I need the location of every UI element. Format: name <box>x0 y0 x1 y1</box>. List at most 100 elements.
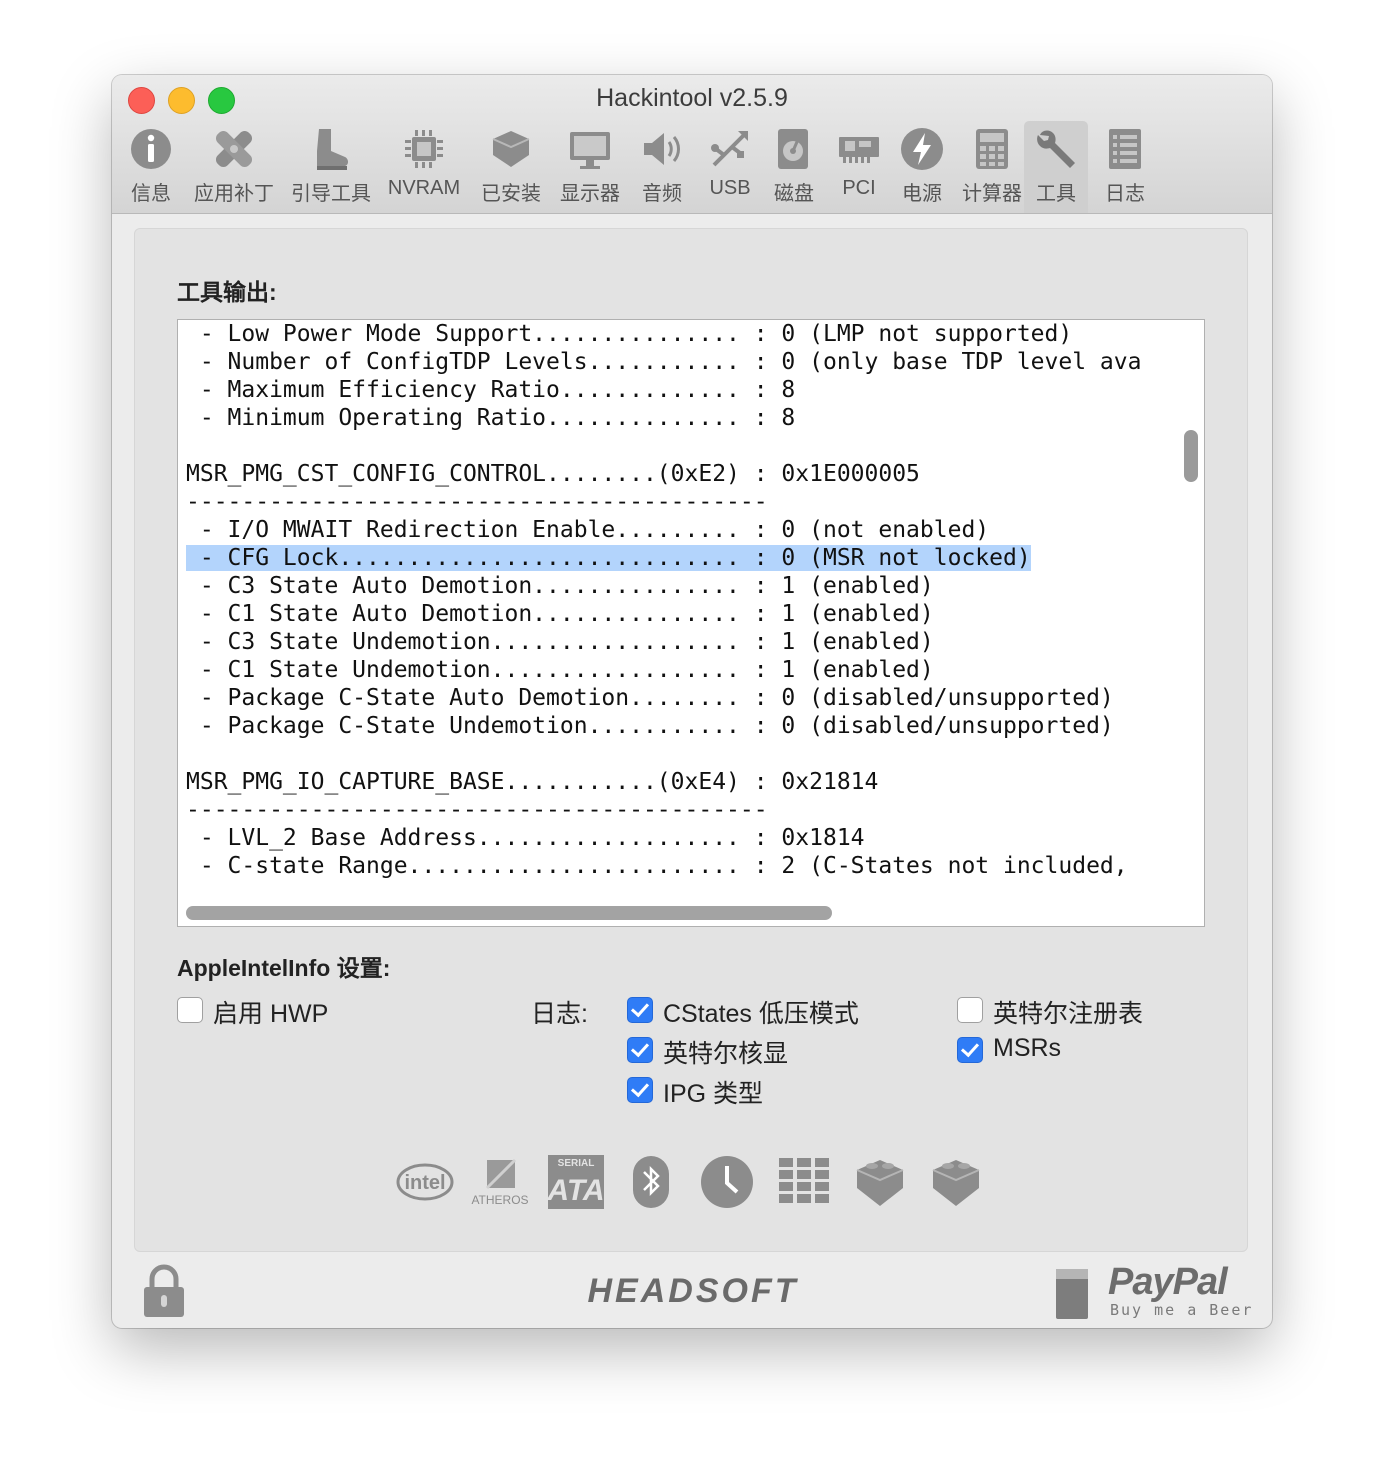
horizontal-scrollbar[interactable] <box>186 906 832 920</box>
output-line-text: - C1 State Auto Demotion............... … <box>186 601 934 627</box>
vertical-scrollbar[interactable] <box>1184 430 1198 482</box>
output-line: - CFG Lock............................. … <box>186 544 1174 572</box>
beer-mug-icon <box>1056 1269 1088 1319</box>
tools-panel: 工具输出: - Low Power Mode Support..........… <box>134 228 1248 1252</box>
kext-icon <box>492 131 530 167</box>
output-line-text: - C1 State Undemotion.................. … <box>186 657 934 683</box>
checkbox-label: 英特尔注册表 <box>993 1000 1144 1028</box>
paypal-title: PayPal <box>1108 1261 1228 1303</box>
tab-label: 计算器 <box>962 183 1022 205</box>
output-line: - Package C-State Undemotion........... … <box>186 712 1174 740</box>
intel-logo[interactable]: intel <box>395 1160 455 1204</box>
tab-power[interactable]: 电源 <box>892 121 952 213</box>
output-line-text: - Low Power Mode Support............... … <box>186 321 1073 347</box>
titlebar: Hackintool v2.5.9 信息 应用补丁 引导工具 NVRAM 已安装… <box>112 75 1272 214</box>
output-line: - C-state Range........................ … <box>186 852 1174 880</box>
output-line-text: MSR_PMG_CST_CONFIG_CONTROL........(0xE2)… <box>186 461 920 487</box>
tab-tools[interactable]: 工具 <box>1024 121 1088 213</box>
grid-icon[interactable] <box>779 1158 829 1204</box>
paypal-donate-button[interactable]: PayPal Buy me a Beer <box>1054 1261 1254 1321</box>
checkbox-box[interactable] <box>627 1077 653 1103</box>
lego-brick-icon[interactable] <box>931 1156 981 1208</box>
tab-label: 引导工具 <box>291 183 371 205</box>
checkbox-label: CStates 低压模式 <box>663 1000 859 1028</box>
output-line-text: - CFG Lock............................. … <box>186 545 1031 571</box>
pci-icon <box>839 137 879 163</box>
checkbox-box[interactable] <box>627 1037 653 1063</box>
output-line-text: - Package C-State Auto Demotion........ … <box>186 685 1114 711</box>
speaker-icon <box>644 133 680 165</box>
headsoft-logo[interactable]: HEADSOFT <box>548 1272 838 1311</box>
tool-output-text[interactable]: - Low Power Mode Support............... … <box>186 320 1174 896</box>
tool-logos: intel ATHEROS SERIAL ATA <box>135 1154 1247 1214</box>
atheros-logo[interactable]: ATHEROS <box>469 1156 531 1210</box>
output-line-text: - C3 State Auto Demotion............... … <box>186 573 934 599</box>
tab-log[interactable]: 日志 <box>1096 121 1154 213</box>
display-icon <box>570 132 610 169</box>
output-line: - C3 State Auto Demotion............... … <box>186 572 1174 600</box>
tab-label: 音频 <box>642 183 682 205</box>
tab-label: 应用补丁 <box>194 183 274 205</box>
output-line: - C1 State Auto Demotion............... … <box>186 600 1174 628</box>
checkbox-label: MSRs <box>993 1034 1062 1062</box>
output-line: - Package C-State Auto Demotion........ … <box>186 684 1174 712</box>
window-title: Hackintool v2.5.9 <box>596 84 788 112</box>
tool-output-label: 工具输出: <box>177 279 277 305</box>
tab-nvram[interactable]: NVRAM <box>386 121 462 213</box>
output-line: - Number of ConfigTDP Levels........... … <box>186 348 1174 376</box>
wrench-icon <box>1037 130 1075 168</box>
lock-icon[interactable] <box>142 1263 186 1319</box>
output-line: MSR_PMG_IO_CAPTURE_BASE...........(0xE4)… <box>186 768 1174 796</box>
output-line: - Low Power Mode Support............... … <box>186 320 1174 348</box>
tab-calculator[interactable]: 计算器 <box>956 121 1028 213</box>
log-label: 日志: <box>531 1000 588 1028</box>
tab-label: 日志 <box>1105 183 1145 205</box>
checkbox-box[interactable] <box>627 997 653 1023</box>
output-line: - C3 State Undemotion.................. … <box>186 628 1174 656</box>
output-line: - C1 State Undemotion.................. … <box>186 656 1174 684</box>
log-icon <box>1109 129 1141 169</box>
tab-pci[interactable]: PCI <box>830 121 888 213</box>
tab-label: 信息 <box>131 183 171 205</box>
checkbox-box[interactable] <box>957 997 983 1023</box>
tab-installed[interactable]: 已安装 <box>474 121 548 213</box>
sata-logo-top-text: SERIAL <box>558 1158 595 1169</box>
tab-label: NVRAM <box>387 177 461 199</box>
hackintool-window: Hackintool v2.5.9 信息 应用补丁 引导工具 NVRAM 已安装… <box>112 75 1272 1328</box>
info-icon <box>131 129 171 169</box>
tab-label: PCI <box>842 177 876 199</box>
lego-brick-icon[interactable] <box>855 1156 905 1208</box>
bluetooth-icon[interactable] <box>631 1154 671 1210</box>
output-line: - Minimum Operating Ratio.............. … <box>186 404 1174 432</box>
paypal-subtitle: Buy me a Beer <box>1110 1301 1254 1319</box>
disk-icon <box>778 129 808 169</box>
output-line-text: MSR_PMG_IO_CAPTURE_BASE...........(0xE4)… <box>186 769 879 795</box>
output-line: - LVL_2 Base Address................... … <box>186 824 1174 852</box>
patch-icon <box>215 130 253 168</box>
output-line-text: ----------------------------------------… <box>186 797 768 823</box>
checkbox-box[interactable] <box>177 997 203 1023</box>
tab-boot[interactable]: 引导工具 <box>288 121 374 213</box>
checkbox-label: 英特尔核显 <box>663 1040 789 1068</box>
tab-patch[interactable]: 应用补丁 <box>190 121 278 213</box>
checkbox-box[interactable] <box>957 1037 983 1063</box>
boot-icon <box>317 129 348 170</box>
tab-info[interactable]: 信息 <box>120 121 182 213</box>
tab-audio[interactable]: 音频 <box>632 121 692 213</box>
output-line-text: - LVL_2 Base Address................... … <box>186 825 865 851</box>
atheros-logo-text: ATHEROS <box>471 1193 528 1207</box>
output-line-text: - C3 State Undemotion.................. … <box>186 629 934 655</box>
tool-output-box[interactable]: - Low Power Mode Support............... … <box>177 319 1205 927</box>
clock-icon[interactable] <box>699 1154 755 1210</box>
output-line: - I/O MWAIT Redirection Enable......... … <box>186 516 1174 544</box>
tab-label: 显示器 <box>560 183 620 205</box>
output-line-text: - Number of ConfigTDP Levels........... … <box>186 349 1142 375</box>
output-line: ----------------------------------------… <box>186 488 1174 516</box>
tab-usb[interactable]: USB <box>700 121 760 213</box>
serial-ata-logo[interactable]: SERIAL ATA <box>547 1154 605 1210</box>
tab-display[interactable]: 显示器 <box>554 121 626 213</box>
tab-disk[interactable]: 磁盘 <box>764 121 824 213</box>
output-line-text: - Maximum Efficiency Ratio............. … <box>186 377 796 403</box>
